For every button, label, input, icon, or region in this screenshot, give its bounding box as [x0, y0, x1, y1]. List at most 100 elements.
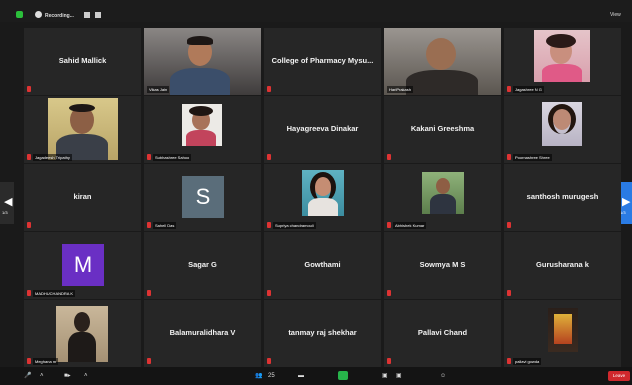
participant-tile[interactable]: Balamuralidhara V [144, 300, 261, 367]
participant-label: Vikas Jain [147, 86, 170, 93]
previous-page-button[interactable]: ◀ 1/3 [0, 182, 14, 224]
participant-video-tile[interactable]: pallavi gowda [504, 300, 621, 367]
participant-tile[interactable]: Pallavi Chand [384, 300, 501, 367]
participant-label: MADHUCHANDRA K [33, 290, 76, 297]
participant-video-tile[interactable]: Supriya chandramouli [264, 164, 381, 231]
participant-tile[interactable]: kiran [24, 164, 141, 231]
participant-label: Jagashree N G [513, 86, 544, 93]
participant-tile[interactable]: tanmay raj shekhar [264, 300, 381, 367]
participant-label: Sahell Das [153, 222, 177, 229]
leave-button[interactable]: Leave [608, 371, 630, 381]
meeting-toolbar: 🎤 ˄ ■▸ ˄ 👥 25 ▬ ▣ ▣ ☺ Leave [0, 367, 632, 385]
share-screen-icon[interactable] [338, 371, 348, 380]
muted-mic-icon [27, 86, 31, 92]
participant-name: Balamuralidhara V [169, 328, 236, 337]
participant-video [144, 96, 261, 163]
mic-icon[interactable]: 🎤 [24, 370, 31, 382]
participant-name: santhosh murugesh [526, 192, 599, 201]
participant-video-tile[interactable]: Subhashree Sahoo [144, 96, 261, 163]
active-speaker-tile[interactable]: HariPrakash [384, 28, 501, 95]
chat-icon[interactable]: ▬ [298, 370, 304, 382]
participant-video-tile[interactable]: Meghana m [24, 300, 141, 367]
participant-name: Hayagreeva Dinakar [286, 124, 359, 133]
participant-video [144, 28, 261, 95]
pause-recording-icon[interactable] [84, 12, 90, 18]
reactions-icon[interactable]: ☺ [440, 370, 446, 382]
page-indicator-left: 1/3 [2, 210, 8, 215]
participants-icon[interactable]: 👥 [255, 370, 262, 382]
participant-avatar-tile[interactable]: M MADHUCHANDRA K [24, 232, 141, 299]
participant-name: Sahid Mallick [58, 56, 107, 65]
participant-tile[interactable]: Sowmya M S [384, 232, 501, 299]
participant-video [504, 300, 621, 367]
participant-tile[interactable]: Sahid Mallick [24, 28, 141, 95]
muted-mic-icon [27, 358, 31, 364]
chevron-right-icon: ▶ [622, 196, 631, 208]
participant-label: Subhashree Sahoo [153, 154, 192, 161]
participant-video-tile[interactable]: Vikas Jain [144, 28, 261, 95]
muted-mic-icon [147, 154, 151, 160]
participant-tile[interactable]: Hayagreeva Dinakar [264, 96, 381, 163]
muted-mic-icon [147, 358, 151, 364]
participant-name: Pallavi Chand [417, 328, 468, 337]
participants-count: 25 [268, 373, 275, 379]
participant-label: HariPrakash [387, 86, 414, 93]
participant-video-tile[interactable]: Poornashree Shree [504, 96, 621, 163]
recording-icon [35, 11, 42, 18]
participant-tile[interactable]: College of Pharmacy Mysu... [264, 28, 381, 95]
breakout-rooms-icon[interactable]: ▣ [396, 370, 402, 382]
muted-mic-icon [267, 358, 271, 364]
participant-video [504, 28, 621, 95]
participant-video [384, 164, 501, 231]
participant-name: Kakani Greeshma [410, 124, 475, 133]
participant-video-tile[interactable]: Jagadeesh Tripathy [24, 96, 141, 163]
muted-mic-icon [147, 290, 151, 296]
participant-label: Abhishek Kumar [393, 222, 427, 229]
muted-mic-icon [267, 86, 271, 92]
participant-name: Gowthami [304, 260, 341, 269]
muted-mic-icon [387, 154, 391, 160]
record-icon[interactable]: ▣ [382, 370, 388, 382]
participant-name: Sowmya M S [419, 260, 466, 269]
muted-mic-icon [507, 222, 511, 228]
muted-mic-icon [387, 290, 391, 296]
participant-label: pallavi gowda [513, 358, 542, 365]
participant-video [384, 28, 501, 95]
meeting-topbar: Recording... View [0, 0, 632, 22]
participant-name: College of Pharmacy Mysu... [271, 56, 374, 65]
avatar: M [62, 244, 104, 286]
mic-options-chevron-icon[interactable]: ˄ [40, 370, 44, 382]
encryption-shield-icon[interactable] [16, 11, 23, 18]
participant-label: Meghana m [33, 358, 59, 365]
recording-label: Recording... [45, 13, 74, 19]
stop-recording-icon[interactable] [95, 12, 101, 18]
participant-tile[interactable]: Gowthami [264, 232, 381, 299]
participant-tile[interactable]: Gurusharana k [504, 232, 621, 299]
participant-avatar-tile[interactable]: S Sahell Das [144, 164, 261, 231]
participant-label: Jagadeesh Tripathy [33, 154, 72, 161]
participant-video-tile[interactable]: Jagashree N G [504, 28, 621, 95]
participant-tile[interactable]: Kakani Greeshma [384, 96, 501, 163]
muted-mic-icon [27, 290, 31, 296]
view-button[interactable]: View [610, 12, 621, 18]
muted-mic-icon [27, 154, 31, 160]
participant-label: Poornashree Shree [513, 154, 552, 161]
video-camera-icon[interactable]: ■▸ [64, 370, 71, 382]
muted-mic-icon [267, 290, 271, 296]
participant-video-tile[interactable]: Abhishek Kumar [384, 164, 501, 231]
participant-tile[interactable]: Sagar G [144, 232, 261, 299]
avatar: S [182, 176, 224, 218]
participant-name: Sagar G [188, 260, 217, 269]
muted-mic-icon [267, 222, 271, 228]
muted-mic-icon [507, 358, 511, 364]
muted-mic-icon [507, 86, 511, 92]
video-options-chevron-icon[interactable]: ˄ [84, 370, 88, 382]
gallery-view: Sahid Mallick Vikas Jain College of Phar… [24, 28, 621, 367]
muted-mic-icon [507, 154, 511, 160]
participant-video [24, 96, 141, 163]
muted-mic-icon [387, 222, 391, 228]
participant-name: tanmay raj shekhar [288, 328, 357, 337]
muted-mic-icon [147, 222, 151, 228]
participant-video [504, 96, 621, 163]
participant-tile[interactable]: santhosh murugesh [504, 164, 621, 231]
